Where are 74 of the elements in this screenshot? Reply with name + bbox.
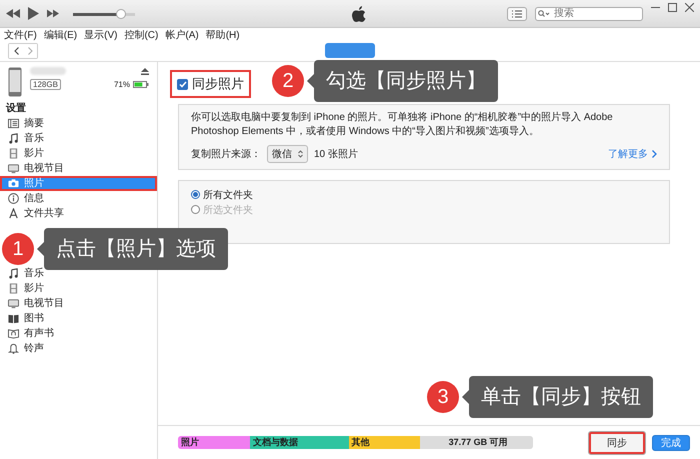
phone-icon bbox=[8, 67, 22, 97]
sync-checkbox[interactable]: 同步照片 bbox=[170, 70, 251, 98]
menu-item[interactable]: 文件(F) bbox=[4, 28, 37, 42]
sidebar-item[interactable]: 音乐 bbox=[0, 131, 52, 146]
apple-logo-icon bbox=[352, 6, 366, 22]
sidebar-item[interactable]: 电视节目 bbox=[0, 296, 72, 311]
battery-percent: 71% bbox=[114, 80, 130, 89]
sidebar-item[interactable]: 信息 bbox=[0, 191, 52, 206]
sync-button[interactable]: 同步 bbox=[588, 430, 646, 454]
chevron-right-icon bbox=[652, 150, 657, 158]
callout-bubble: 点击【照片】选项 bbox=[44, 228, 228, 270]
source-label: 复制照片来源： bbox=[191, 148, 261, 161]
menu-item[interactable]: 显示(V) bbox=[84, 28, 118, 42]
callout-pointer bbox=[307, 74, 314, 88]
menu-item[interactable]: 帐户(A) bbox=[165, 28, 199, 42]
callout-bubble: 单击【同步】按钮 bbox=[469, 376, 653, 418]
camera-icon bbox=[8, 178, 19, 189]
sidebar-item[interactable]: 有声书 bbox=[0, 326, 62, 341]
book-icon bbox=[8, 313, 19, 324]
updown-arrows-icon bbox=[298, 150, 303, 158]
chevron-left-icon bbox=[14, 47, 18, 55]
tv-icon bbox=[8, 163, 19, 174]
device-name-blurred bbox=[30, 67, 66, 75]
sidebar-item[interactable]: 电视节目 bbox=[0, 161, 72, 176]
description-text: 你可以选取电脑中要复制到 iPhone 的照片。可单独将 iPhone 的“相机胶卷”中的照片导入 Adobe Photoshop Elements 中，或者使用 Windows 中的“导入图片和视频”选项导入。 bbox=[191, 111, 614, 139]
app-icon bbox=[8, 208, 19, 219]
sidebar-item[interactable]: 影片 bbox=[0, 281, 52, 296]
battery-icon bbox=[133, 81, 149, 88]
section-header: 设置 bbox=[4, 102, 27, 116]
film-icon bbox=[8, 148, 19, 159]
storage-segment: 照片 bbox=[178, 436, 250, 449]
sidebar-item[interactable]: 文件共享 bbox=[0, 206, 72, 221]
folder-radio[interactable]: 所有文件夹 bbox=[191, 187, 253, 202]
list-icon bbox=[512, 10, 522, 18]
step-number-badge: 3 bbox=[427, 381, 459, 413]
film-icon bbox=[8, 283, 19, 294]
search-icon bbox=[538, 10, 550, 18]
menu-item[interactable]: 帮助(H) bbox=[206, 28, 240, 42]
menu-item[interactable]: 编辑(E) bbox=[44, 28, 78, 42]
sidebar-item[interactable]: 图书 bbox=[0, 311, 52, 326]
capacity-label: 128GB bbox=[30, 79, 61, 90]
menu-item[interactable]: 控制(C) bbox=[124, 28, 158, 42]
music-note-icon bbox=[8, 268, 19, 279]
bell-icon bbox=[8, 343, 19, 354]
search-field[interactable]: 搜索 bbox=[535, 6, 643, 20]
chevron-right-icon bbox=[28, 47, 32, 55]
storage-segment: 文档与数据 bbox=[250, 436, 348, 449]
step-number-badge: 2 bbox=[272, 65, 304, 97]
close-icon[interactable] bbox=[685, 3, 694, 12]
volume-slider[interactable] bbox=[73, 8, 135, 18]
storage-segment: 其他 bbox=[348, 436, 420, 449]
sidebar-item[interactable]: 铃声 bbox=[0, 341, 52, 356]
learn-more-link[interactable]: 了解更多 bbox=[608, 147, 657, 161]
list-view-button[interactable] bbox=[507, 6, 527, 20]
audiobook-icon bbox=[8, 328, 19, 339]
callout-pointer bbox=[37, 242, 44, 256]
list-icon bbox=[8, 118, 19, 129]
maximize-icon[interactable] bbox=[668, 3, 677, 12]
play-icon[interactable] bbox=[28, 7, 39, 20]
source-dropdown[interactable]: 微信 bbox=[267, 145, 308, 163]
tv-icon bbox=[8, 298, 19, 309]
step-number-badge: 1 bbox=[2, 233, 34, 265]
photo-count: 10 张照片 bbox=[314, 148, 358, 161]
rewind-icon[interactable] bbox=[6, 9, 20, 18]
sidebar-item[interactable]: 影片 bbox=[0, 146, 52, 161]
info-icon bbox=[8, 193, 19, 204]
sidebar-item[interactable]: 摘要 bbox=[0, 116, 52, 131]
callout-pointer bbox=[462, 390, 469, 404]
callout-bubble: 勾选【同步照片】 bbox=[314, 60, 498, 102]
eject-icon[interactable] bbox=[141, 68, 149, 74]
music-note-icon bbox=[8, 133, 19, 144]
fast-forward-icon[interactable] bbox=[47, 9, 59, 18]
storage-segment: 37.77 GB 可用 bbox=[420, 436, 533, 449]
checkmark-icon bbox=[178, 80, 186, 88]
